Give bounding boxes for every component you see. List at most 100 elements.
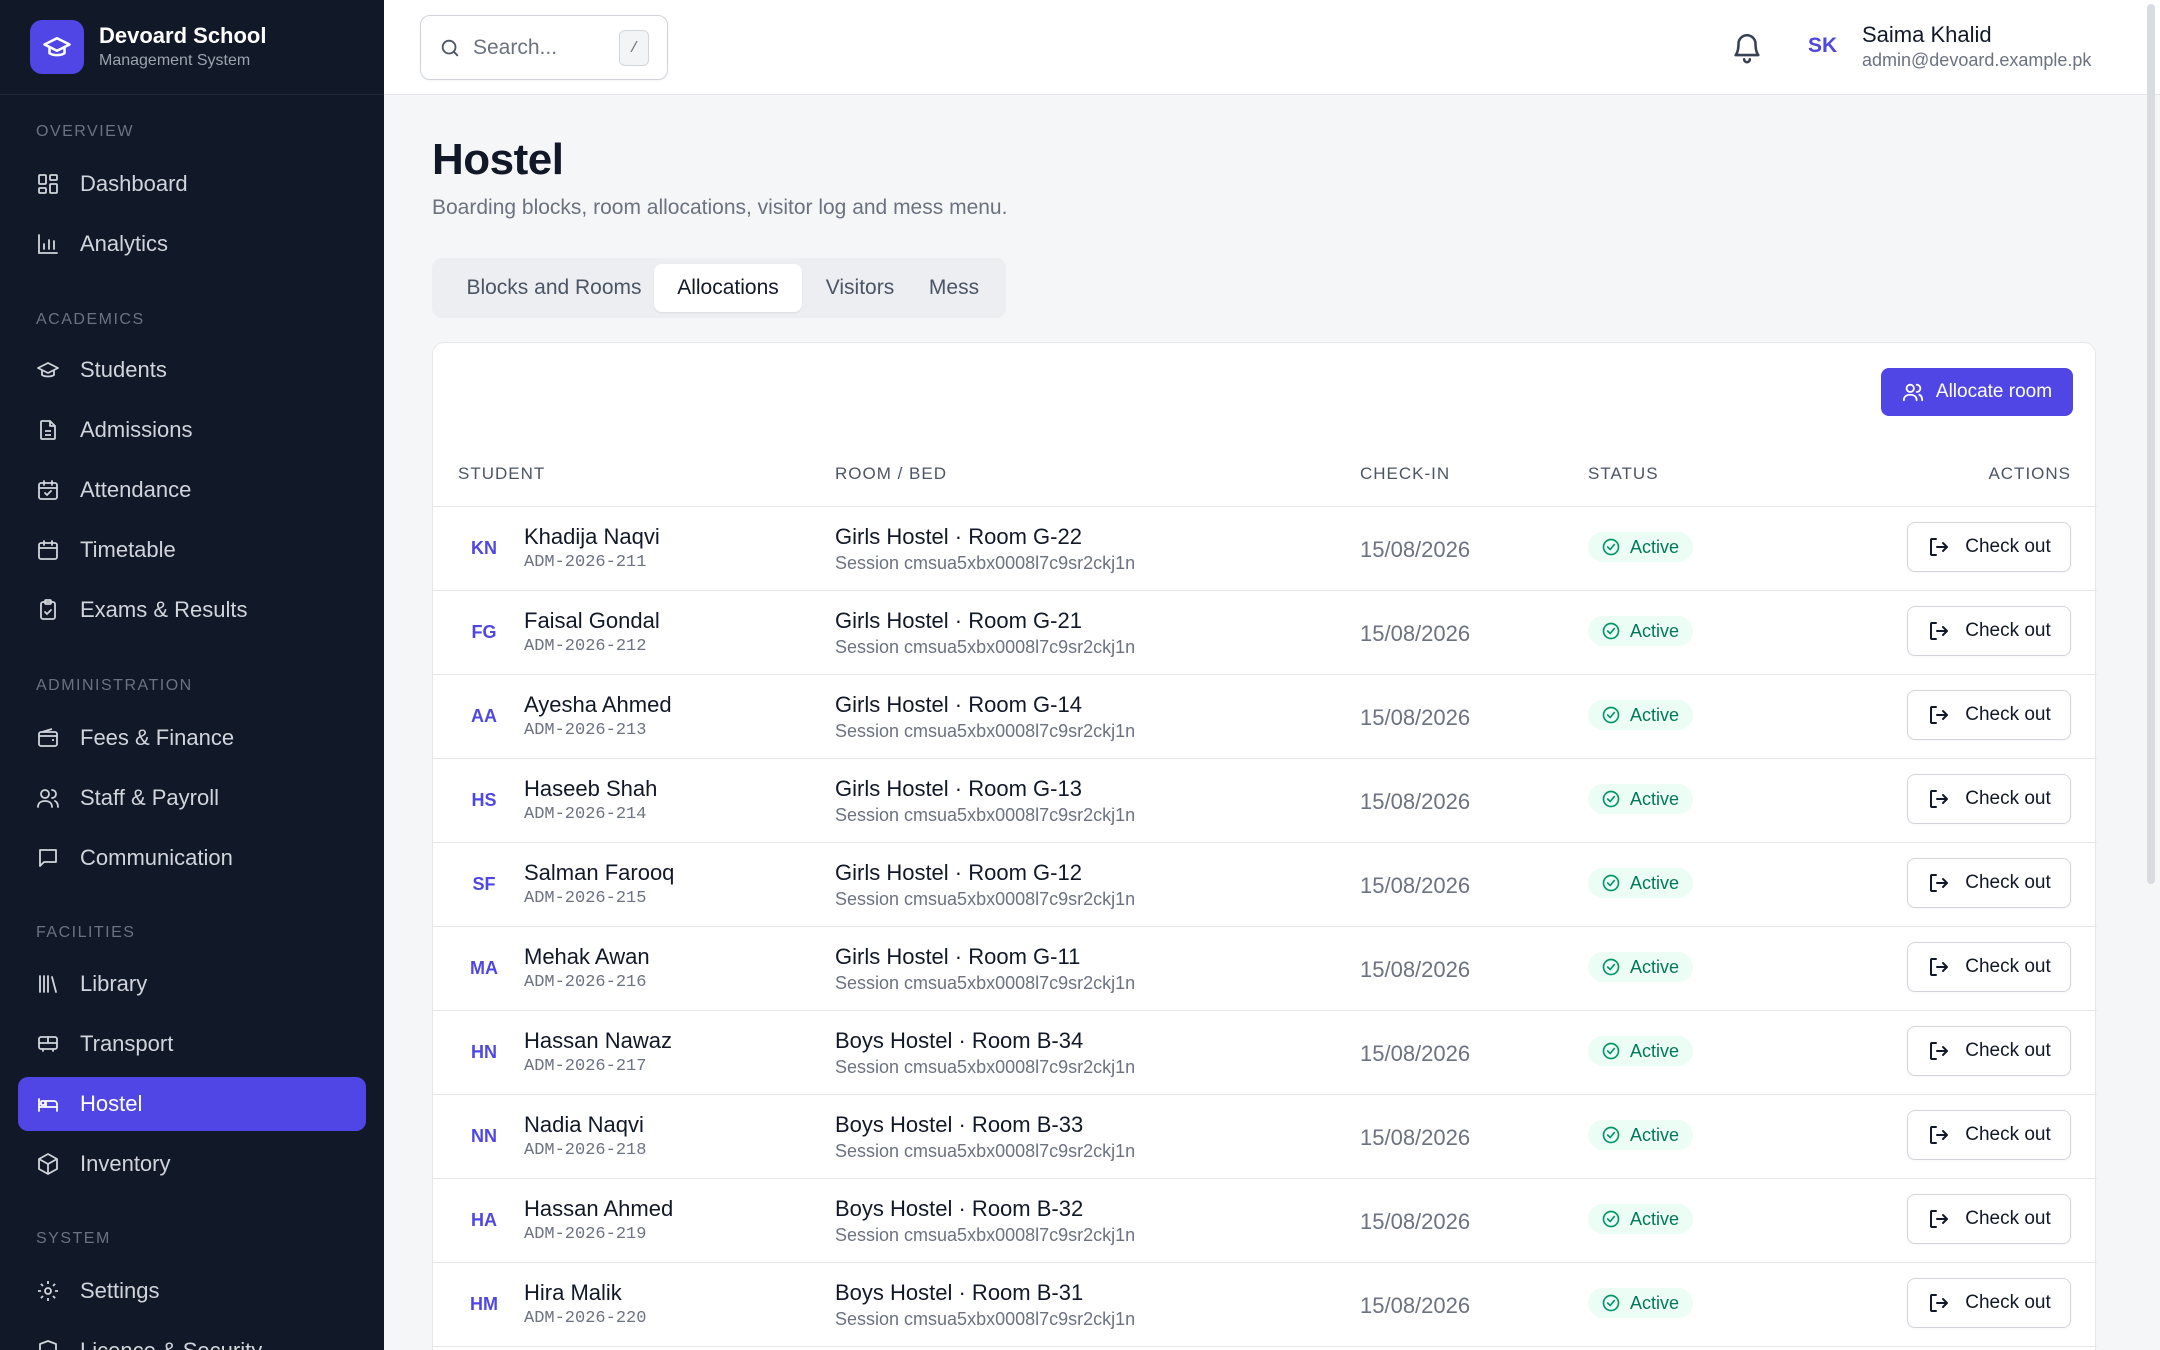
- session-id: Session cmsua5xbx0008l7c9sr2ckj1n: [835, 1225, 1136, 1245]
- sidebar-item-analytics[interactable]: Analytics: [18, 217, 366, 271]
- student-initials: NN: [471, 1126, 497, 1146]
- session-id: Session cmsua5xbx0008l7c9sr2ckj1n: [835, 553, 1136, 573]
- sidebar-item-communication[interactable]: Communication: [18, 831, 366, 885]
- status-label: Active: [1630, 1208, 1680, 1229]
- wallet-icon: [38, 728, 58, 747]
- log-out-icon: [1930, 874, 1949, 892]
- tab-allocations[interactable]: Allocations: [654, 264, 802, 312]
- allocate-room-button[interactable]: Allocate room: [1881, 368, 2073, 416]
- check-out-button[interactable]: Check out: [1907, 774, 2071, 824]
- bell-icon[interactable]: [1730, 31, 1764, 65]
- check-circle-icon: [1602, 790, 1620, 808]
- sidebar-item-label: Settings: [80, 1278, 160, 1303]
- status-label: Active: [1630, 872, 1680, 893]
- sidebar-item-licence-security[interactable]: Licence & Security: [18, 1324, 366, 1350]
- allocate-room-label: Allocate room: [1935, 381, 2053, 402]
- brand[interactable]: Devoard School Management System: [0, 0, 384, 95]
- session-id: Session cmsua5xbx0008l7c9sr2ckj1n: [835, 1057, 1136, 1077]
- status-label: Active: [1630, 1124, 1680, 1145]
- admission-number: ADM-2026-211: [524, 553, 647, 572]
- sidebar-item-label: Attendance: [80, 477, 192, 502]
- table-row: HM Hira Malik ADM-2026-220 Boys Hostel · Ro…: [433, 1263, 2097, 1347]
- shield-icon: [39, 1340, 57, 1350]
- room-bed: Girls Hostel · Room G-21: [835, 608, 1082, 633]
- table-row: KN Khadija Naqvi ADM-2026-211 Girls Hostel …: [433, 507, 2097, 591]
- sidebar-item-attendance[interactable]: Attendance: [18, 463, 366, 517]
- bus-icon: [38, 1036, 58, 1052]
- session-id: Session cmsua5xbx0008l7c9sr2ckj1n: [835, 721, 1136, 741]
- check-out-label: Check out: [1965, 536, 2051, 557]
- check-out-button[interactable]: Check out: [1907, 690, 2071, 740]
- check-out-label: Check out: [1965, 872, 2051, 893]
- sidebar-item-settings[interactable]: Settings: [18, 1264, 366, 1318]
- sidebar-item-label: Exams & Results: [80, 597, 248, 622]
- admission-number: ADM-2026-216: [524, 973, 647, 992]
- session-id: Session cmsua5xbx0008l7c9sr2ckj1n: [835, 637, 1136, 657]
- log-out-icon: [1930, 958, 1949, 976]
- check-out-button[interactable]: Check out: [1907, 1194, 2071, 1244]
- avatar[interactable]: SK: [1808, 34, 1837, 58]
- sidebar-item-exams-results[interactable]: Exams & Results: [18, 583, 366, 637]
- column-header-status[interactable]: Status: [1588, 464, 1659, 484]
- nav-section-administration: Administration: [36, 677, 193, 694]
- sidebar-item-label: Hostel: [80, 1091, 143, 1116]
- sidebar-item-transport[interactable]: Transport: [18, 1017, 366, 1071]
- column-header-room[interactable]: Room / Bed: [835, 464, 947, 484]
- search-input[interactable]: [473, 35, 623, 60]
- check-out-button[interactable]: Check out: [1907, 1026, 2071, 1076]
- log-out-icon: [1930, 538, 1949, 556]
- scrollbar-thumb[interactable]: [2147, 4, 2155, 884]
- page-subtitle: Boarding blocks, room allocations, visit…: [432, 196, 1008, 219]
- sidebar-item-admissions[interactable]: Admissions: [18, 403, 366, 457]
- search-box[interactable]: /: [420, 15, 668, 80]
- sidebar-item-staff-payroll[interactable]: Staff & Payroll: [18, 771, 366, 825]
- check-out-button[interactable]: Check out: [1907, 1110, 2071, 1160]
- check-out-button[interactable]: Check out: [1907, 522, 2071, 572]
- check-out-label: Check out: [1965, 1124, 2051, 1145]
- checkin-date: 15/08/2026: [1360, 621, 1471, 646]
- check-circle-icon: [1602, 1294, 1620, 1312]
- student-initials: HS: [471, 790, 497, 810]
- status-badge: Active: [1588, 532, 1694, 562]
- sidebar-item-dashboard[interactable]: Dashboard: [18, 157, 366, 211]
- log-out-icon: [1930, 1042, 1949, 1060]
- status-badge: Active: [1588, 868, 1694, 898]
- check-out-button[interactable]: Check out: [1907, 1278, 2071, 1328]
- bed-icon: [38, 1098, 58, 1112]
- sidebar-item-label: Admissions: [80, 417, 193, 442]
- column-header-student[interactable]: Student: [458, 464, 545, 484]
- tab-mess[interactable]: Mess: [908, 264, 1000, 312]
- sidebar-item-inventory[interactable]: Inventory: [18, 1137, 366, 1191]
- nav-section-system: System: [36, 1230, 111, 1247]
- column-header-checkin[interactable]: Check-in: [1360, 464, 1450, 484]
- library-icon: [39, 975, 57, 993]
- student-name: Faisal Gondal: [524, 608, 660, 633]
- topbar: / SK Saima Khalid admin@devoard.example.…: [384, 0, 2160, 95]
- check-out-button[interactable]: Check out: [1907, 858, 2071, 908]
- status-badge: Active: [1588, 1120, 1694, 1150]
- table-row: HN Hassan Nawaz ADM-2026-217 Boys Hostel · …: [433, 1011, 2097, 1095]
- sidebar-item-hostel[interactable]: Hostel: [18, 1077, 366, 1131]
- check-circle-icon: [1602, 1126, 1620, 1144]
- scrollbar[interactable]: [2144, 0, 2158, 1350]
- sidebar-item-timetable[interactable]: Timetable: [18, 523, 366, 577]
- checkin-date: 15/08/2026: [1360, 1041, 1471, 1066]
- check-out-label: Check out: [1965, 620, 2051, 641]
- message-icon: [39, 849, 57, 867]
- check-out-button[interactable]: Check out: [1907, 942, 2071, 992]
- check-out-label: Check out: [1965, 704, 2051, 725]
- sidebar-item-library[interactable]: Library: [18, 957, 366, 1011]
- status-badge: Active: [1588, 700, 1694, 730]
- check-out-button[interactable]: Check out: [1907, 606, 2071, 656]
- checkin-date: 15/08/2026: [1360, 705, 1471, 730]
- admission-number: ADM-2026-214: [524, 805, 647, 824]
- tab-visitors[interactable]: Visitors: [804, 264, 916, 312]
- status-label: Active: [1630, 704, 1680, 725]
- student-initials: FG: [471, 622, 497, 642]
- sidebar-item-fees-finance[interactable]: Fees & Finance: [18, 711, 366, 765]
- checkin-date: 15/08/2026: [1360, 789, 1471, 814]
- sidebar-item-students[interactable]: Students: [18, 343, 366, 397]
- tab-blocks-and-rooms[interactable]: Blocks and Rooms: [438, 264, 670, 312]
- sidebar-item-label: Analytics: [80, 231, 169, 256]
- clipboard-icon: [40, 599, 56, 620]
